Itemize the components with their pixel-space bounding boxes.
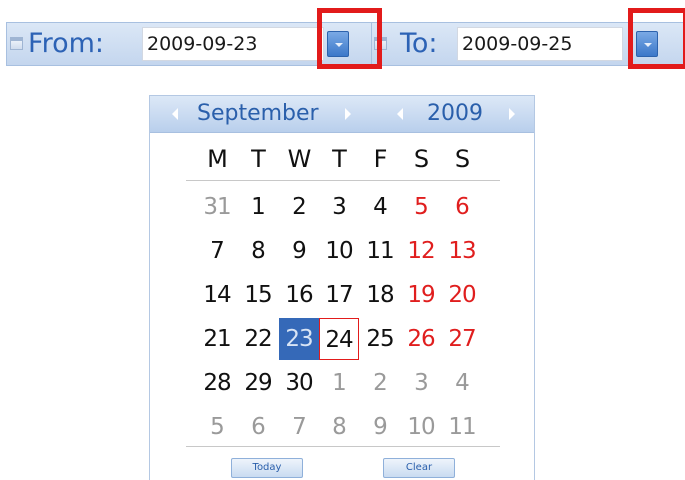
day-cell[interactable]: 4 [442, 362, 482, 404]
weekday-label: M [207, 145, 228, 173]
day-cell[interactable]: 29 [238, 362, 278, 404]
today-button[interactable]: Today [231, 458, 303, 478]
month-label[interactable]: September [197, 98, 319, 130]
day-cell[interactable]: 11 [442, 406, 482, 448]
day-cell[interactable]: 30 [279, 362, 319, 404]
day-cell[interactable]: 4 [360, 186, 400, 228]
day-cell[interactable]: 23 [279, 318, 319, 360]
day-cell[interactable]: 8 [319, 406, 359, 448]
weekday-label: S [454, 145, 470, 173]
footer-divider [186, 446, 500, 447]
day-cell[interactable]: 22 [238, 318, 278, 360]
day-cell[interactable]: 27 [442, 318, 482, 360]
day-cell[interactable]: 13 [442, 230, 482, 272]
day-cell[interactable]: 24 [319, 318, 359, 360]
day-cell[interactable]: 25 [360, 318, 400, 360]
chevron-right-icon[interactable] [345, 108, 351, 120]
day-cell[interactable]: 12 [401, 230, 441, 272]
day-cell[interactable]: 20 [442, 274, 482, 316]
day-cell[interactable]: 7 [197, 230, 237, 272]
chevron-left-icon[interactable] [397, 108, 403, 120]
weekday-label: T [251, 145, 266, 173]
day-cell[interactable]: 5 [197, 406, 237, 448]
day-cell[interactable]: 5 [401, 186, 441, 228]
day-cell[interactable]: 6 [442, 186, 482, 228]
day-cell[interactable]: 10 [319, 230, 359, 272]
chevron-left-icon[interactable] [172, 108, 178, 120]
day-cell[interactable]: 7 [279, 406, 319, 448]
day-cell[interactable]: 21 [197, 318, 237, 360]
day-cell[interactable]: 18 [360, 274, 400, 316]
day-cell[interactable]: 1 [238, 186, 278, 228]
day-cell[interactable]: 14 [197, 274, 237, 316]
weekday-label: S [413, 145, 429, 173]
day-cell[interactable]: 6 [238, 406, 278, 448]
to-label: To: [400, 28, 438, 59]
day-cell[interactable]: 9 [360, 406, 400, 448]
weekday-label: W [287, 145, 312, 173]
day-cell[interactable]: 11 [360, 230, 400, 272]
from-label: From: [28, 28, 104, 59]
year-label[interactable]: 2009 [427, 98, 483, 130]
day-cell[interactable]: 8 [238, 230, 278, 272]
day-cell[interactable]: 15 [238, 274, 278, 316]
day-cell[interactable]: 3 [401, 362, 441, 404]
day-cell[interactable]: 9 [279, 230, 319, 272]
weekday-label: T [332, 145, 347, 173]
day-cell[interactable]: 10 [401, 406, 441, 448]
day-cell[interactable]: 2 [360, 362, 400, 404]
calendar-header: September 2009 [150, 96, 534, 133]
day-cell[interactable]: 17 [319, 274, 359, 316]
day-cell[interactable]: 3 [319, 186, 359, 228]
from-date-input[interactable] [142, 27, 324, 61]
day-cell[interactable]: 2 [279, 186, 319, 228]
chevron-right-icon[interactable] [509, 108, 515, 120]
weekday-label: F [373, 145, 388, 173]
from-dropdown-highlight [317, 8, 382, 69]
day-cell[interactable]: 31 [197, 186, 237, 228]
day-cell[interactable]: 28 [197, 362, 237, 404]
header-divider [186, 180, 500, 181]
day-cell[interactable]: 26 [401, 318, 441, 360]
clear-button[interactable]: Clear [383, 458, 455, 478]
to-dropdown-highlight [628, 8, 685, 69]
day-cell[interactable]: 1 [319, 362, 359, 404]
to-date-input[interactable] [457, 27, 623, 61]
day-cell[interactable]: 16 [279, 274, 319, 316]
day-cell[interactable]: 19 [401, 274, 441, 316]
calendar-popup: September 2009 MTWTFSS 31 1 2 3 4 5 6 7 8 9 10 11 12… [149, 95, 535, 480]
calendar-icon [10, 37, 23, 50]
